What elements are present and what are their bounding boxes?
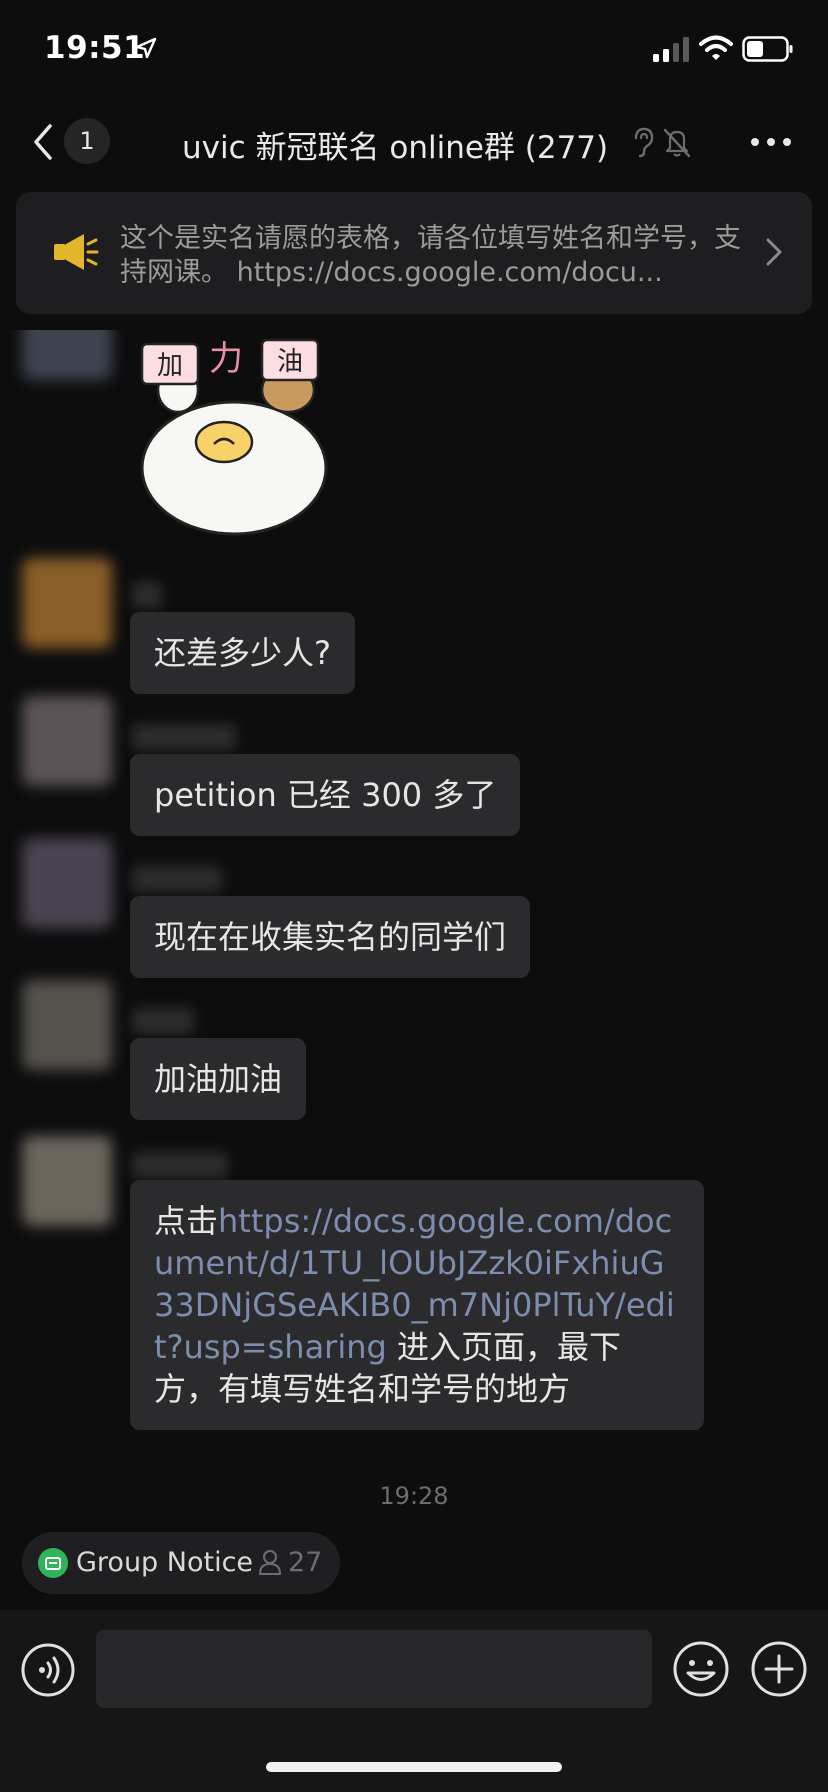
home-indicator[interactable] [266,1762,562,1772]
avatar[interactable] [22,838,112,928]
sticker-char: 加 [157,351,183,381]
location-arrow-icon [135,37,157,59]
battery-icon [742,36,793,62]
chat-title[interactable]: uvic 新冠联名 online群 (277) [182,122,608,167]
announcement-text: 这个是实名请愿的表格，请各位填写姓名和学号，支持网课。 https://docs… [120,223,741,288]
avatar[interactable] [22,980,112,1070]
pinned-announcement[interactable]: 这个是实名请愿的表格，请各位填写姓名和学号，支持网课。 https://docs… [16,192,812,314]
emoji-smiley-icon[interactable] [672,1640,730,1698]
message-text: 点击 [154,1202,219,1240]
avatar[interactable] [22,1136,112,1226]
group-notice-chip[interactable]: Group Notice 27 [22,1532,340,1594]
message-bubble[interactable]: 加油加油 [130,1038,307,1120]
avatar[interactable] [22,696,112,786]
message-bubble[interactable]: 还差多少人? [130,612,355,694]
cellular-signal-icon [653,37,689,62]
message-input[interactable] [96,1630,652,1708]
ear-icon [634,127,654,158]
sender-name [132,1008,194,1034]
more-dots-icon[interactable] [748,130,794,154]
status-time: 19:51 [44,30,146,66]
message-list[interactable]: 加 力 油 还差多少人? petition 已经 300 多了 现在在收集实名的… [0,330,828,1510]
chevron-right-icon [766,238,782,266]
message-bubble[interactable]: 点击https://docs.google.com/document/d/1TU… [130,1180,704,1430]
person-icon [259,1550,281,1575]
avatar[interactable] [22,558,112,648]
plus-icon[interactable] [750,1640,808,1698]
sticker-char: 力 [209,339,243,379]
sender-name [132,866,222,892]
input-bar [0,1610,828,1792]
message-bubble[interactable]: 现在在收集实名的同学们 [130,896,531,978]
sender-name [132,724,236,750]
status-bar: 19:51 [0,0,828,100]
sticker-char: 油 [277,347,303,377]
unread-count-badge[interactable]: 1 [64,118,110,164]
cheer-sticker[interactable]: 加 力 油 [138,330,378,550]
group-notice-label: Group Notice [76,1547,254,1578]
mute-bell-icon [663,128,691,158]
sender-name [132,582,162,608]
chat-header: 1 uvic 新冠联名 online群 (277) [0,100,828,188]
voice-input-icon[interactable] [20,1642,76,1698]
avatar[interactable] [22,330,112,380]
back-chevron-icon[interactable] [28,122,58,162]
notice-icon [38,1548,68,1578]
message-timestamp: 19:28 [379,1482,449,1510]
message-bubble[interactable]: petition 已经 300 多了 [130,754,521,836]
group-notice-count: 27 [288,1547,323,1578]
sender-name [132,1152,228,1178]
megaphone-icon [54,234,99,270]
wifi-icon [699,35,733,60]
